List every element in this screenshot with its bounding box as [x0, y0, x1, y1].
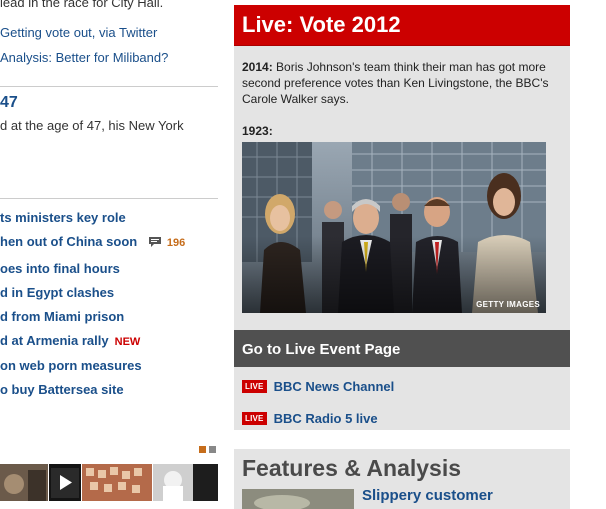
story-summary: d at the age of 47, his New York [0, 118, 184, 133]
live-title-bar[interactable]: Live: Vote 2012 [234, 5, 570, 46]
entry-time: 1923: [242, 124, 273, 138]
comment-icon[interactable] [148, 236, 161, 247]
entry-text: Boris Johnson's team think their man has… [242, 60, 549, 106]
live-title[interactable]: Live: Vote 2012 [242, 12, 401, 38]
thumbnail-image[interactable] [0, 464, 48, 501]
clipped-summary: lead in the race for City Hall. [0, 0, 164, 10]
channel-name[interactable]: BBC News Channel [274, 379, 395, 394]
related-link-twitter[interactable]: Getting vote out, via Twitter [0, 25, 157, 41]
headline-link[interactable]: d in Egypt clashes [0, 285, 114, 301]
thumbnail-image[interactable] [153, 464, 218, 501]
live-badge: LIVE [242, 380, 267, 393]
headline-link[interactable]: oes into final hours [0, 261, 120, 277]
features-title: Features & Analysis [242, 455, 462, 481]
photo-credit: GETTY IMAGES [476, 300, 540, 309]
video-thumbnail[interactable] [49, 464, 81, 501]
pager-dot-active[interactable] [199, 446, 206, 453]
carousel-pager [199, 446, 216, 453]
headline-link[interactable]: hen out of China soon 196 [0, 234, 185, 251]
headline-link[interactable]: ts ministers key role [0, 210, 126, 226]
features-panel: Features & Analysis Slippery customer [234, 449, 570, 509]
live-photo: GETTY IMAGES [242, 142, 546, 313]
headline-link[interactable]: d from Miami prison [0, 309, 124, 325]
comment-count[interactable]: 196 [167, 237, 185, 249]
go-to-live-event-label[interactable]: Go to Live Event Page [242, 341, 400, 358]
channel-link-news[interactable]: LIVE BBC News Channel [242, 379, 394, 394]
live-event-panel: Live: Vote 2012 2014: Boris Johnson's te… [234, 5, 570, 430]
channel-link-radio[interactable]: LIVE BBC Radio 5 live [242, 411, 378, 426]
live-entry: 2014: Boris Johnson's team think their m… [242, 59, 564, 107]
go-to-live-event-button[interactable]: Go to Live Event Page [234, 330, 570, 367]
video-thumbnail-strip [0, 464, 218, 501]
related-link-analysis[interactable]: Analysis: Better for Miliband? [0, 50, 168, 66]
left-news-column: lead in the race for City Hall. Getting … [0, 0, 218, 501]
headline-link[interactable]: d at Armenia rally NEW [0, 333, 140, 350]
new-badge: NEW [114, 336, 141, 348]
divider [0, 198, 218, 199]
channel-name[interactable]: BBC Radio 5 live [274, 411, 378, 426]
thumbnail-image[interactable] [82, 464, 152, 501]
entry-time: 2014: [242, 60, 273, 74]
live-badge: LIVE [242, 412, 267, 425]
pager-dot[interactable] [209, 446, 216, 453]
feature-thumbnail[interactable] [242, 489, 354, 509]
headline-link[interactable]: on web porn measures [0, 358, 142, 374]
feature-link[interactable]: Slippery customer [362, 487, 493, 504]
story-headline[interactable]: 47 [0, 94, 18, 112]
headline-link[interactable]: o buy Battersea site [0, 382, 124, 398]
divider [0, 86, 218, 87]
